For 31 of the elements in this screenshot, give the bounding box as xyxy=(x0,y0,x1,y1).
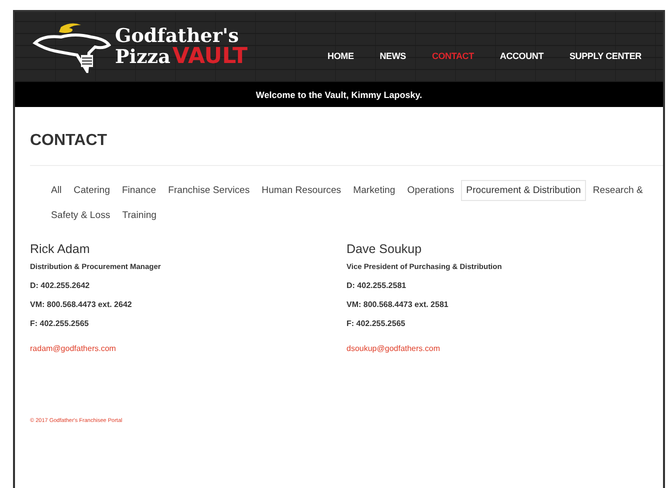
category-tab[interactable]: Catering xyxy=(68,180,115,201)
category-tab[interactable]: Finance xyxy=(116,180,162,201)
chef-logo-icon xyxy=(34,23,110,72)
category-tab[interactable]: Procurement & Distribution xyxy=(461,180,586,201)
category-tab[interactable]: Operations xyxy=(402,180,460,201)
fax-number: F: 402.255.2565 xyxy=(346,319,406,328)
fax-number: F: 402.255.2565 xyxy=(30,319,90,328)
nav-link[interactable]: SUPPLY CENTER xyxy=(570,51,642,61)
category-tab[interactable]: Research & xyxy=(588,180,648,201)
direct-phone: D: 402.255.2581 xyxy=(346,281,408,290)
email-link[interactable]: radam@godfathers.com xyxy=(30,344,116,353)
category-tab[interactable]: Training xyxy=(117,205,162,226)
voicemail-phone: VM: 800.568.4473 ext. 2642 xyxy=(30,300,133,309)
category-tab[interactable]: Human Resources xyxy=(256,180,346,201)
category-tab[interactable]: All xyxy=(46,180,67,201)
logo-text: VAULT xyxy=(172,46,248,68)
category-tab[interactable]: Marketing xyxy=(348,180,400,201)
nav-link[interactable]: HOME xyxy=(328,51,354,61)
logo-text: Pizza xyxy=(115,48,170,66)
page-title: CONTACT xyxy=(30,107,663,166)
nav-link[interactable]: NEWS xyxy=(380,51,406,61)
direct-phone: D: 402.255.2642 xyxy=(30,281,91,290)
nav-link[interactable]: ACCOUNT xyxy=(500,51,544,61)
email-link[interactable]: dsoukup@godfathers.com xyxy=(346,344,440,353)
contact-name: Dave Soukup xyxy=(346,242,423,256)
category-tab[interactable]: Safety & Loss xyxy=(46,205,116,226)
voicemail-phone: VM: 800.568.4473 ext. 2581 xyxy=(346,300,450,309)
welcome-message: Welcome to the Vault, Kimmy Laposky. xyxy=(256,90,422,100)
category-tab[interactable]: Franchise Services xyxy=(163,180,255,201)
logo-text: Godfather's xyxy=(115,26,240,46)
contact-name: Rick Adam xyxy=(30,242,91,256)
